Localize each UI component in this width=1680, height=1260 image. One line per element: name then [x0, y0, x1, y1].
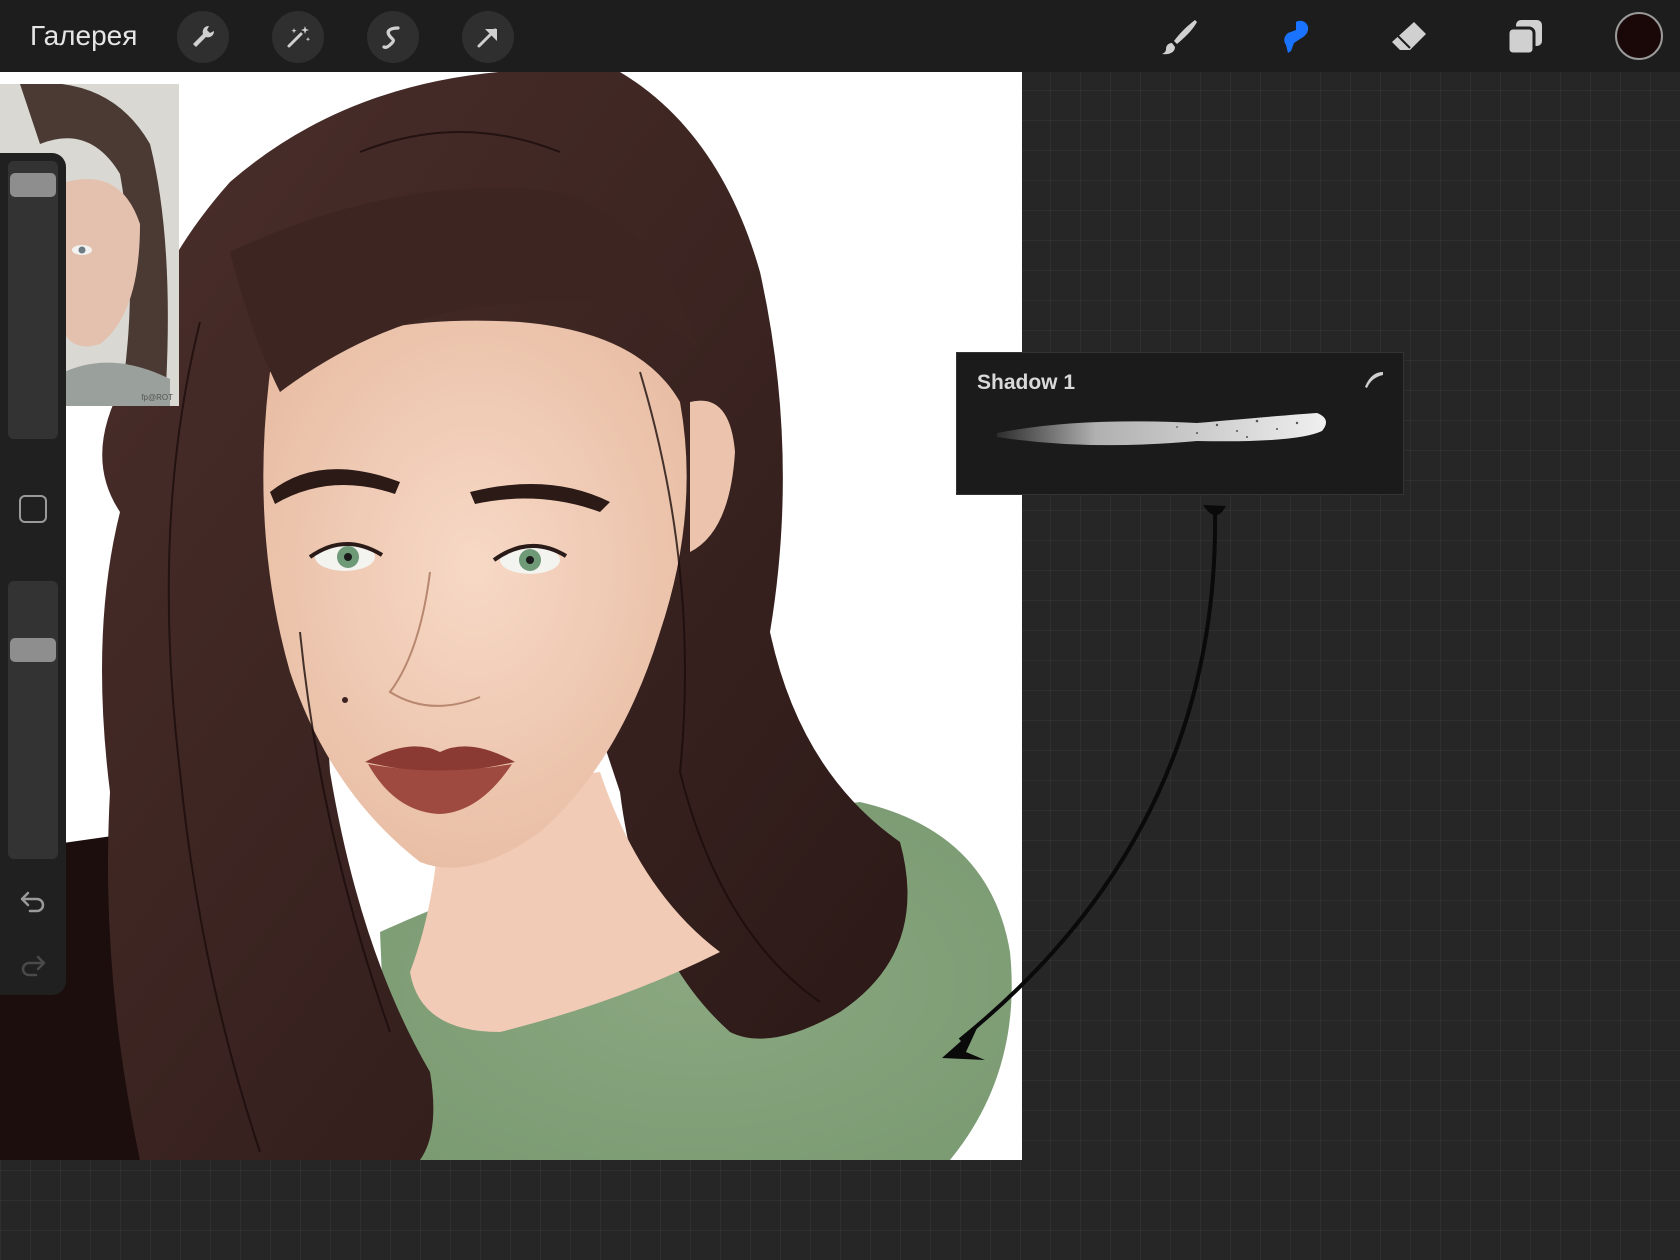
- brush-size-slider-handle[interactable]: [10, 173, 56, 197]
- transform-arrow-icon[interactable]: [462, 11, 514, 63]
- smudge-icon[interactable]: [1272, 14, 1318, 60]
- magic-wand-icon[interactable]: [272, 11, 324, 63]
- brush-size-slider[interactable]: [8, 161, 58, 439]
- brush-stroke-preview: [997, 413, 1326, 446]
- top-toolbar: Галерея: [0, 0, 1680, 72]
- gallery-button[interactable]: Галерея: [30, 18, 137, 54]
- layers-icon[interactable]: [1502, 14, 1548, 60]
- selection-icon[interactable]: [367, 11, 419, 63]
- reference-caption: fp@ROT: [141, 393, 173, 402]
- redo-icon[interactable]: [18, 949, 48, 979]
- brush-preview-popup[interactable]: Shadow 1: [956, 352, 1404, 495]
- brush-name-label: Shadow 1: [977, 371, 1076, 394]
- undo-icon[interactable]: [18, 885, 48, 915]
- eraser-icon[interactable]: [1386, 14, 1432, 60]
- wrench-icon[interactable]: [177, 11, 229, 63]
- opacity-slider-handle[interactable]: [10, 638, 56, 662]
- opacity-slider[interactable]: [8, 581, 58, 859]
- feather-icon: [1365, 372, 1383, 388]
- modify-square-icon[interactable]: [19, 495, 47, 523]
- color-picker-swatch[interactable]: [1615, 12, 1663, 60]
- left-sidebar: [0, 153, 66, 995]
- brush-icon[interactable]: [1157, 14, 1203, 60]
